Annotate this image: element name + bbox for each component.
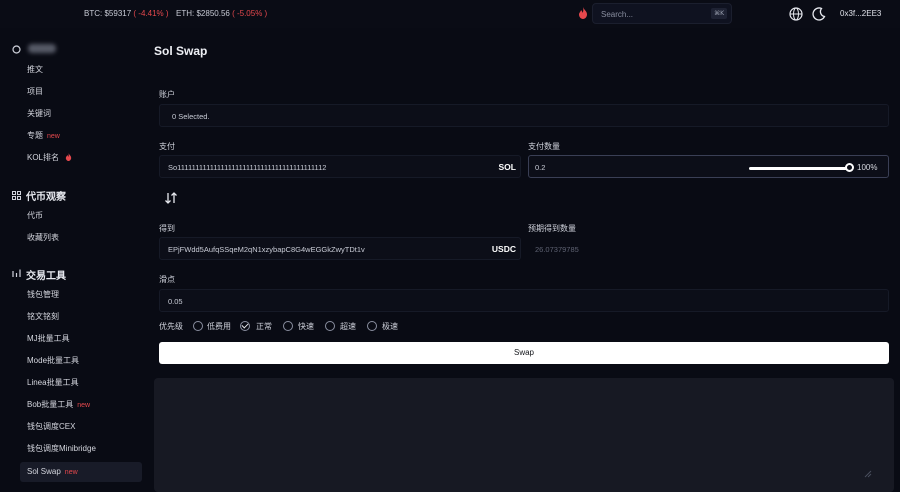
sidebar-item-mj-batch[interactable]: MJ批量工具 — [20, 329, 142, 349]
btc-label: BTC: — [84, 9, 103, 18]
search-shortcut: ⌘K — [711, 8, 727, 19]
priority-option-turbo[interactable]: 超速 — [340, 321, 356, 332]
pay-token-symbol: SOL — [498, 162, 516, 172]
eth-change: ( -5.05% ) — [232, 9, 268, 18]
sidebar-item-favorites[interactable]: 收藏列表 — [20, 228, 142, 248]
eth-price: $2850.56 — [196, 9, 230, 18]
moon-icon[interactable] — [812, 7, 826, 21]
home-section-icon — [12, 45, 21, 54]
eth-ticker: ETH: $2850.56 ( -5.05% ) — [176, 9, 267, 18]
new-badge: new — [47, 133, 60, 140]
sidebar-item-label: 项目 — [27, 87, 43, 96]
sidebar-item-label: 代币 — [27, 211, 43, 220]
account-select[interactable]: 0 Selected. — [159, 104, 889, 127]
sidebar-item-label: 专题 — [27, 131, 43, 140]
sidebar-item-tweets[interactable]: 推文 — [20, 60, 142, 80]
eth-label: ETH: — [176, 9, 195, 18]
resize-handle-icon[interactable] — [864, 470, 872, 478]
sidebar-item-label: 钱包管理 — [27, 290, 59, 299]
section-title-blurred — [28, 44, 56, 53]
sidebar-item-label: Mode批量工具 — [27, 356, 80, 365]
sidebar-item-label: 钱包调度Minibridge — [27, 444, 96, 453]
sidebar-item-label: MJ批量工具 — [27, 334, 70, 343]
new-badge: new — [64, 469, 78, 476]
sidebar-item-kol-ranking[interactable]: KOL排名 — [20, 148, 142, 168]
section-title-token-watch: 代币观察 — [26, 192, 66, 203]
sidebar-item-keywords[interactable]: 关键词 — [20, 104, 142, 124]
new-badge: new — [77, 402, 91, 409]
expected-amount-value: 26.07379785 — [535, 245, 579, 254]
pay-amount-input[interactable]: 0.2 — [535, 163, 545, 172]
account-select-value: 0 Selected. — [172, 112, 210, 121]
wallet-address-button[interactable]: 0x3f...2EE3 — [840, 9, 881, 18]
search-input[interactable]: Search... — [601, 10, 633, 19]
amount-percent: 100% — [857, 163, 878, 172]
fire-icon — [66, 153, 72, 161]
sidebar-item-label: 关键词 — [27, 109, 51, 118]
expected-amount-field: 26.07379785 — [528, 237, 889, 260]
sidebar-item-label: 推文 — [27, 65, 43, 74]
sidebar-item-sol-swap[interactable]: Sol Swap new — [20, 462, 142, 482]
pay-amount-field[interactable]: 0.2 100% — [528, 155, 889, 178]
priority-radio-normal[interactable] — [240, 321, 250, 331]
priority-option-normal[interactable]: 正常 — [256, 321, 272, 332]
amount-slider-track[interactable] — [749, 167, 847, 170]
priority-radio-low[interactable] — [193, 321, 203, 331]
sidebar-item-inscription[interactable]: 铭文铭刻 — [20, 307, 142, 327]
sidebar-item-wallet-cex[interactable]: 钱包调度CEX — [20, 417, 142, 437]
page-title: Sol Swap — [154, 44, 208, 58]
receive-token-symbol: USDC — [491, 244, 516, 254]
priority-option-max[interactable]: 极速 — [382, 321, 398, 332]
slippage-label: 滑点 — [159, 275, 175, 284]
sidebar-item-mode-batch[interactable]: Mode批量工具 — [20, 351, 142, 371]
pay-amount-label: 支付数量 — [528, 142, 560, 151]
priority-option-fast[interactable]: 快速 — [298, 321, 314, 332]
priority-radio-max[interactable] — [367, 321, 377, 331]
sidebar: 推文 项目 关键词 专题 new KOL排名 代币观察 代币 收藏列表 交易工具 … — [0, 28, 150, 492]
sidebar-item-label: Linea批量工具 — [27, 378, 79, 387]
receive-label: 得到 — [159, 224, 175, 233]
slippage-input[interactable]: 0.05 — [159, 289, 889, 312]
priority-radio-turbo[interactable] — [325, 321, 335, 331]
fire-icon[interactable] — [578, 7, 588, 19]
sidebar-item-wallet-minibridge[interactable]: 钱包调度Minibridge — [20, 439, 142, 459]
sidebar-item-label: 铭文铭刻 — [27, 312, 59, 321]
results-panel — [154, 378, 894, 492]
sidebar-item-label: 收藏列表 — [27, 233, 59, 242]
pay-token-field[interactable]: So11111111111111111111111111111111111111… — [159, 155, 521, 178]
chart-icon — [12, 269, 21, 277]
swap-direction-icon[interactable] — [164, 191, 178, 205]
sidebar-item-label: 钱包调度CEX — [27, 422, 76, 431]
expected-amount-label: 预期得到数量 — [528, 224, 576, 233]
slippage-value[interactable]: 0.05 — [168, 297, 183, 306]
account-label: 账户 — [159, 90, 175, 99]
amount-slider-handle[interactable] — [845, 163, 854, 172]
pay-label: 支付 — [159, 142, 175, 151]
priority-label: 优先级 — [159, 322, 183, 331]
receive-token-field[interactable]: EPjFWdd5AufqSSqeM2qN1xzybapC8G4wEGGkZwyT… — [159, 237, 521, 260]
sidebar-item-label: KOL排名 — [27, 153, 60, 162]
receive-token-address: EPjFWdd5AufqSSqeM2qN1xzybapC8G4wEGGkZwyT… — [168, 245, 365, 254]
section-title-trading-tools: 交易工具 — [26, 271, 66, 282]
sidebar-item-linea-batch[interactable]: Linea批量工具 — [20, 373, 142, 393]
grid-icon — [12, 191, 21, 200]
globe-icon[interactable] — [789, 7, 803, 21]
pay-token-address: So11111111111111111111111111111111111111… — [168, 163, 327, 172]
sidebar-item-bob-batch[interactable]: Bob批量工具 new — [20, 395, 142, 415]
btc-change: ( -4.41% ) — [133, 9, 169, 18]
btc-price: $59317 — [104, 9, 132, 18]
priority-radio-fast[interactable] — [283, 321, 293, 331]
sidebar-item-projects[interactable]: 项目 — [20, 82, 142, 102]
search-box[interactable]: Search... ⌘K — [592, 3, 732, 24]
top-bar: BTC: $59317 ( -4.41% ) ETH: $2850.56 ( -… — [0, 0, 900, 28]
swap-button[interactable]: Swap — [159, 342, 889, 364]
sidebar-item-topics[interactable]: 专题 new — [20, 126, 142, 146]
sidebar-item-label: Bob批量工具 — [27, 400, 74, 409]
priority-option-low[interactable]: 低费用 — [207, 321, 231, 332]
btc-ticker: BTC: $59317 ( -4.41% ) — [84, 9, 169, 18]
sidebar-item-tokens[interactable]: 代币 — [20, 206, 142, 226]
sidebar-item-label: Sol Swap — [27, 467, 61, 476]
sidebar-item-wallet-management[interactable]: 钱包管理 — [20, 285, 142, 305]
